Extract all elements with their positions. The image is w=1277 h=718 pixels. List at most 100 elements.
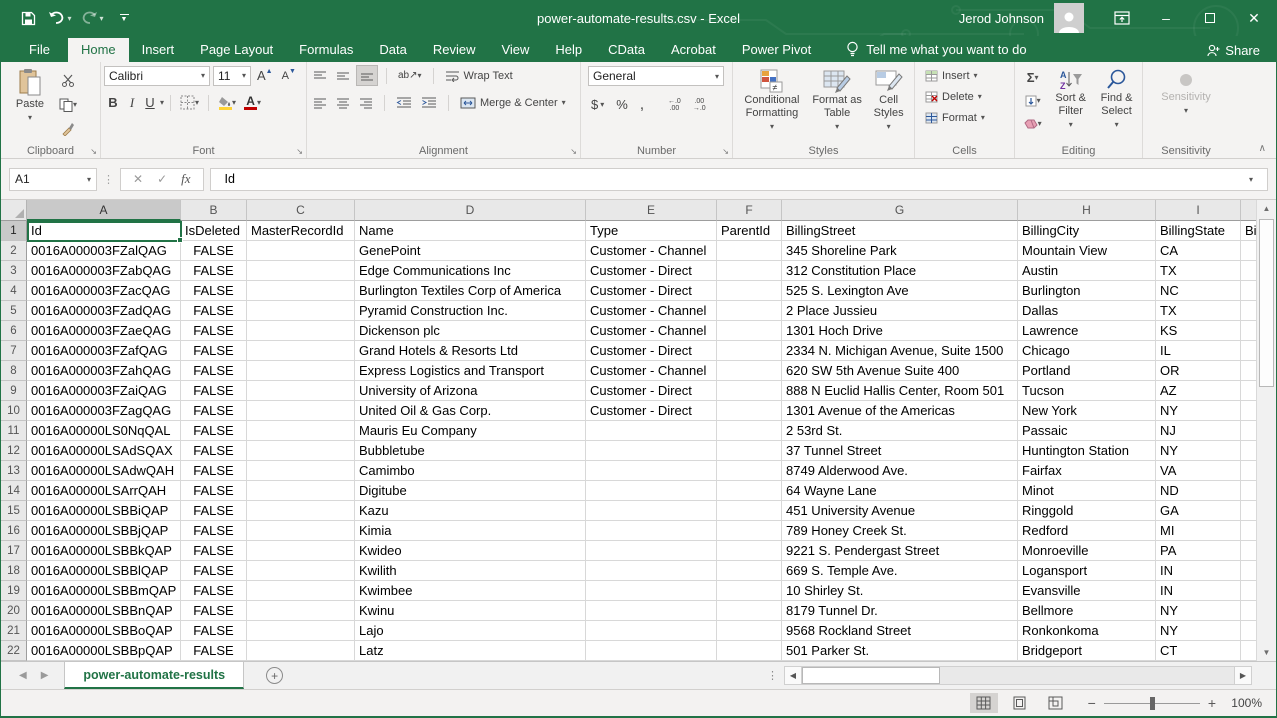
cell-B21[interactable]: FALSE [181, 621, 247, 641]
cell-E13[interactable] [586, 461, 717, 481]
cell-A7[interactable]: 0016A000003FZafQAG [27, 341, 181, 361]
scroll-up-arrow[interactable]: ▲ [1257, 200, 1276, 217]
tab-formulas[interactable]: Formulas [286, 38, 366, 62]
format-button[interactable]: Format▾ [925, 107, 1011, 128]
cell-C16[interactable] [247, 521, 355, 541]
cell-G1[interactable]: BillingStreet [782, 221, 1018, 241]
cell-G16[interactable]: 789 Honey Creek St. [782, 521, 1018, 541]
formula-bar-expand[interactable]: ▾ [1249, 175, 1253, 184]
cell-G13[interactable]: 8749 Alderwood Ave. [782, 461, 1018, 481]
fill-dropdown[interactable]: ▾ [1037, 96, 1041, 105]
zoom-slider[interactable] [1104, 703, 1200, 704]
collapse-ribbon-button[interactable]: ∧ [1259, 143, 1266, 154]
fill-handle[interactable] [177, 237, 183, 243]
cell-D7[interactable]: Grand Hotels & Resorts Ltd [355, 341, 586, 361]
cell-D12[interactable]: Bubbletube [355, 441, 586, 461]
row-header-11[interactable]: 11 [1, 421, 27, 441]
cell-B1[interactable]: IsDeleted [181, 221, 247, 241]
cell-B15[interactable]: FALSE [181, 501, 247, 521]
cell-B3[interactable]: FALSE [181, 261, 247, 281]
cell-C19[interactable] [247, 581, 355, 601]
column-header-G[interactable]: G [782, 200, 1018, 221]
cell-G18[interactable]: 669 S. Temple Ave. [782, 561, 1018, 581]
cell-I8[interactable]: OR [1156, 361, 1241, 381]
cell-E12[interactable] [586, 441, 717, 461]
cell-A12[interactable]: 0016A00000LSAdSQAX [27, 441, 181, 461]
horizontal-scrollbar[interactable]: ◀ ▶ [784, 666, 1252, 685]
cell-G21[interactable]: 9568 Rockland Street [782, 621, 1018, 641]
insert-function-button[interactable]: fx [181, 171, 190, 187]
cell-G17[interactable]: 9221 S. Pendergast Street [782, 541, 1018, 561]
undo-dropdown[interactable]: ▾ [67, 14, 71, 23]
cell-E5[interactable]: Customer - Channel [586, 301, 717, 321]
decrease-indent-button[interactable] [393, 92, 415, 113]
accounting-dropdown[interactable]: ▾ [600, 100, 604, 109]
cell-A10[interactable]: 0016A000003FZagQAG [27, 401, 181, 421]
cell-C15[interactable] [247, 501, 355, 521]
cell-H3[interactable]: Austin [1018, 261, 1156, 281]
font-color-button[interactable]: A▾ [241, 92, 264, 113]
cell-C13[interactable] [247, 461, 355, 481]
tab-insert[interactable]: Insert [129, 38, 188, 62]
scroll-left-arrow[interactable]: ◀ [785, 667, 802, 684]
cell-D20[interactable]: Kwinu [355, 601, 586, 621]
find-select-dropdown[interactable]: ▾ [1115, 118, 1119, 131]
cell-F7[interactable] [717, 341, 782, 361]
align-center-button[interactable] [333, 92, 353, 113]
cell-A19[interactable]: 0016A00000LSBBmQAP [27, 581, 181, 601]
number-format-select[interactable]: General▾ [588, 66, 724, 86]
row-header-16[interactable]: 16 [1, 521, 27, 541]
cell-H8[interactable]: Portland [1018, 361, 1156, 381]
cell-I5[interactable]: TX [1156, 301, 1241, 321]
cell-D4[interactable]: Burlington Textiles Corp of America [355, 281, 586, 301]
row-header-4[interactable]: 4 [1, 281, 27, 301]
cell-A21[interactable]: 0016A00000LSBBoQAP [27, 621, 181, 641]
close-button[interactable]: ✕ [1232, 0, 1276, 36]
cell-F11[interactable] [717, 421, 782, 441]
row-header-2[interactable]: 2 [1, 241, 27, 261]
vertical-scrollbar[interactable]: ▲ ▼ [1256, 200, 1276, 661]
font-name-select[interactable]: Calibri▾ [104, 66, 210, 86]
cell-D14[interactable]: Digitube [355, 481, 586, 501]
sort-filter-dropdown[interactable]: ▾ [1069, 118, 1073, 131]
cell-B9[interactable]: FALSE [181, 381, 247, 401]
cell-D2[interactable]: GenePoint [355, 241, 586, 261]
format-as-table-button[interactable]: Format as Table ▾ [810, 65, 864, 143]
row-header-17[interactable]: 17 [1, 541, 27, 561]
merge-center-dropdown[interactable]: ▾ [562, 98, 566, 107]
cell-G11[interactable]: 2 53rd St. [782, 421, 1018, 441]
column-header-E[interactable]: E [586, 200, 717, 221]
save-button[interactable] [15, 6, 41, 30]
cell-H11[interactable]: Passaic [1018, 421, 1156, 441]
cell-I10[interactable]: NY [1156, 401, 1241, 421]
row-header-15[interactable]: 15 [1, 501, 27, 521]
cell-H10[interactable]: New York [1018, 401, 1156, 421]
cell-A20[interactable]: 0016A00000LSBBnQAP [27, 601, 181, 621]
prev-sheet-arrow[interactable]: ◀ [19, 670, 27, 681]
tab-help[interactable]: Help [542, 38, 595, 62]
cell-I7[interactable]: IL [1156, 341, 1241, 361]
cell-F1[interactable]: ParentId [717, 221, 782, 241]
cell-A18[interactable]: 0016A00000LSBBlQAP [27, 561, 181, 581]
ribbon-display-options-button[interactable] [1100, 0, 1144, 36]
copy-dropdown[interactable]: ▾ [73, 100, 77, 109]
increase-decimal-button[interactable]: ←.0.00 [665, 94, 684, 115]
undo-button[interactable]: ▾ [47, 6, 73, 30]
zoom-slider-thumb[interactable] [1150, 697, 1155, 710]
cell-C12[interactable] [247, 441, 355, 461]
cell-F14[interactable] [717, 481, 782, 501]
cell-E7[interactable]: Customer - Direct [586, 341, 717, 361]
column-header-B[interactable]: B [181, 200, 247, 221]
cell-F10[interactable] [717, 401, 782, 421]
cell-C7[interactable] [247, 341, 355, 361]
cell-E20[interactable] [586, 601, 717, 621]
cell-B14[interactable]: FALSE [181, 481, 247, 501]
cell-I14[interactable]: ND [1156, 481, 1241, 501]
row-header-7[interactable]: 7 [1, 341, 27, 361]
cell-H12[interactable]: Huntington Station [1018, 441, 1156, 461]
cell-G20[interactable]: 8179 Tunnel Dr. [782, 601, 1018, 621]
row-header-10[interactable]: 10 [1, 401, 27, 421]
cut-button[interactable] [56, 70, 80, 91]
redo-dropdown[interactable]: ▾ [99, 14, 103, 23]
cell-F22[interactable] [717, 641, 782, 661]
